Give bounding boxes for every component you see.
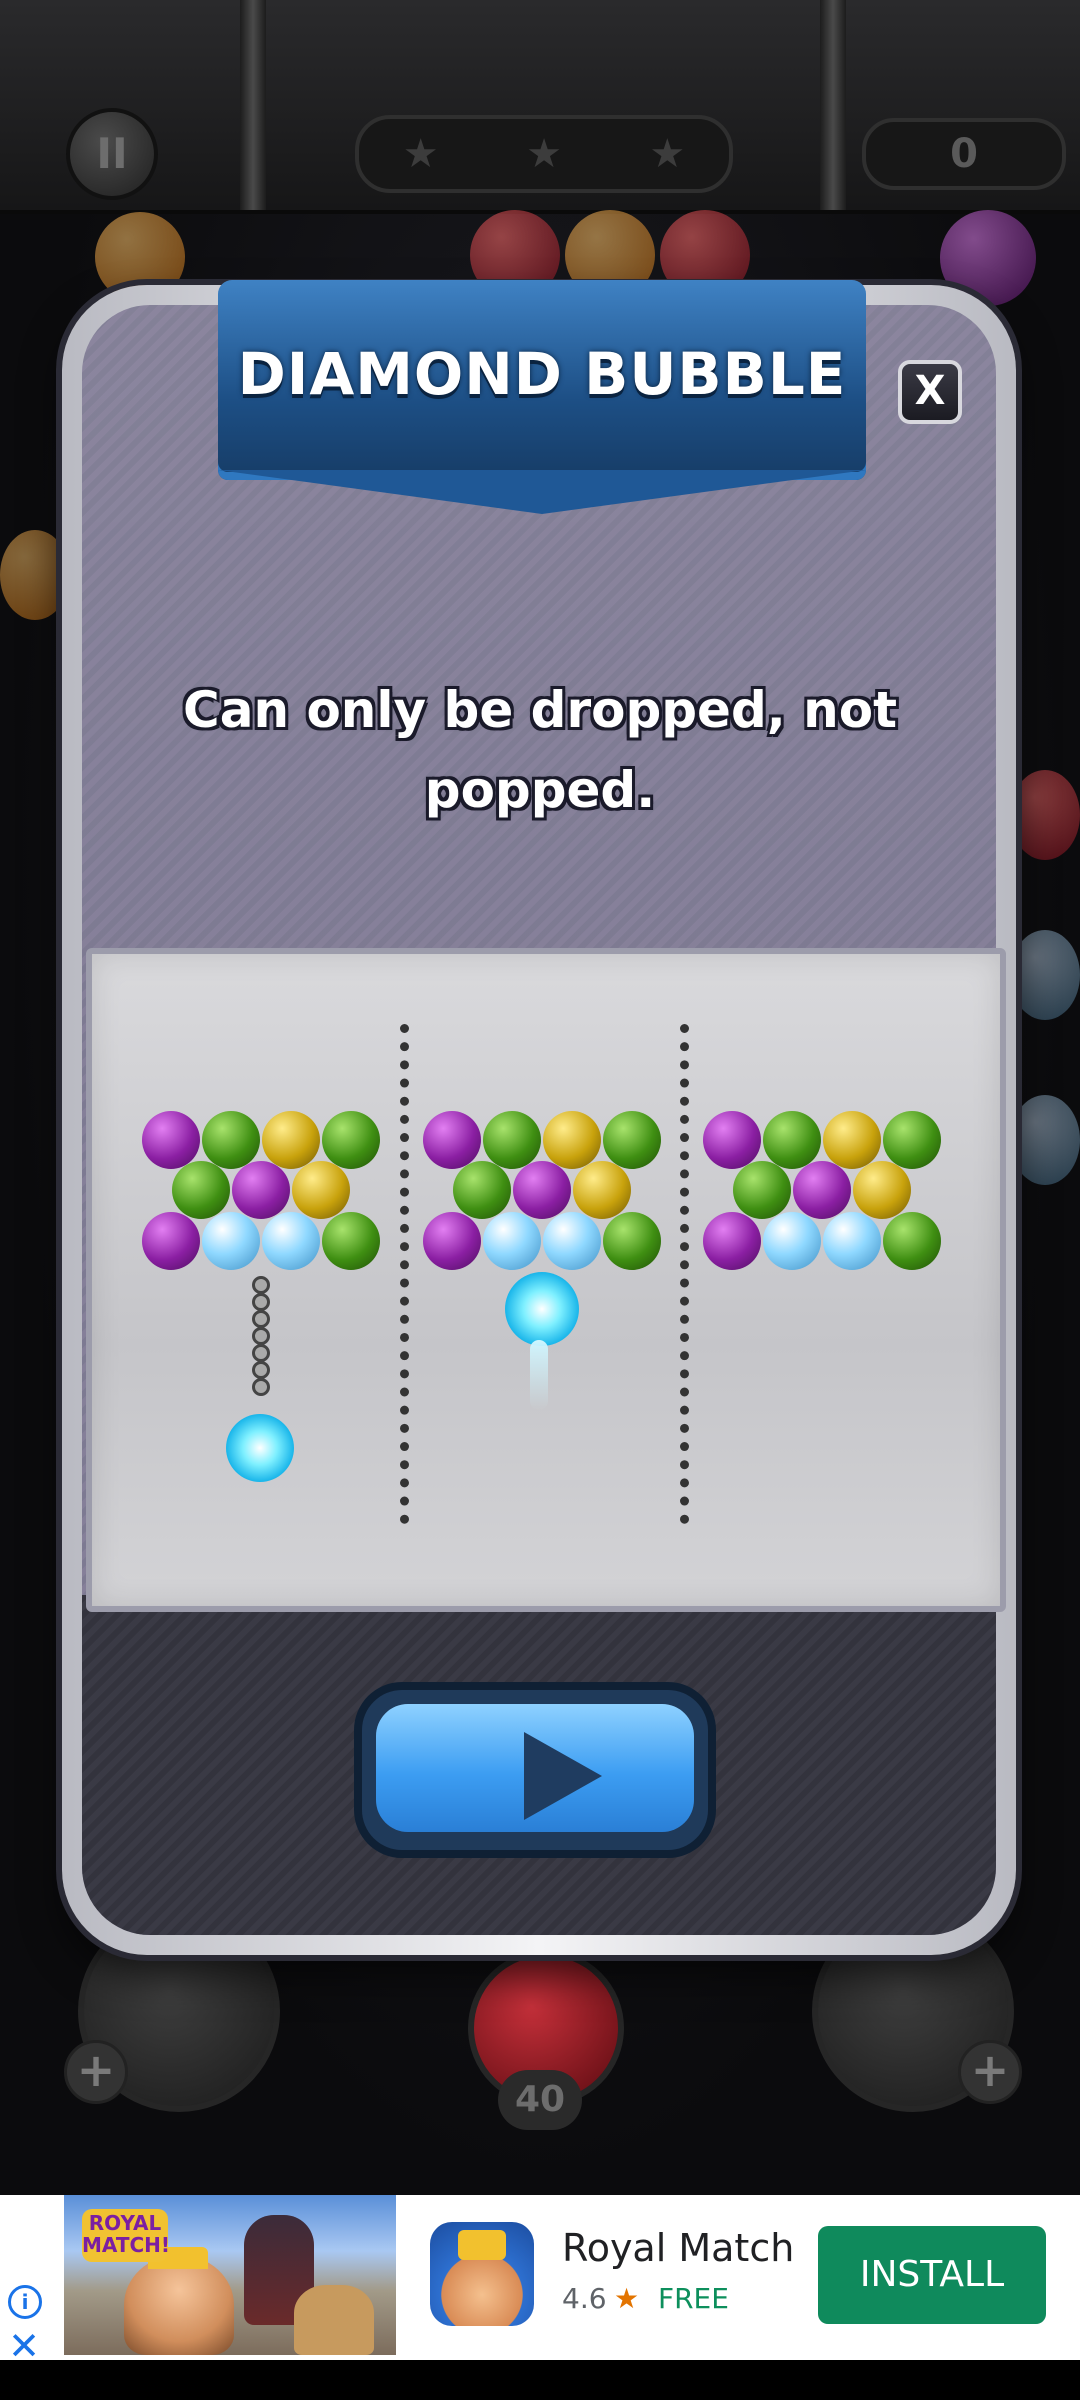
pause-button[interactable]: II (66, 108, 158, 200)
green-bubble (172, 1161, 230, 1219)
purple-bubble (513, 1161, 571, 1219)
purple-bubble (703, 1212, 761, 1270)
star-icon: ★ (614, 2282, 640, 2315)
title-banner: DIAMOND BUBBLE (218, 280, 866, 514)
shot-bubble (226, 1414, 294, 1482)
purple-bubble (142, 1212, 200, 1270)
system-nav-bar (0, 2360, 1080, 2400)
trail-dot (252, 1327, 270, 1345)
diamond-bubble (543, 1212, 601, 1270)
play-button[interactable] (362, 1690, 708, 1850)
diamond-bubble (823, 1212, 881, 1270)
purple-bubble (703, 1111, 761, 1169)
yellow-bubble (543, 1111, 601, 1169)
pause-icon: II (96, 129, 128, 178)
green-bubble (603, 1212, 661, 1270)
plus-icon[interactable]: + (64, 2040, 128, 2104)
play-icon (524, 1732, 602, 1820)
yellow-bubble (853, 1161, 911, 1219)
green-bubble (483, 1111, 541, 1169)
divider-line (680, 1024, 689, 1524)
top-hud: II ★ ★ ★ 0 (0, 0, 1080, 214)
bg-bubble (1010, 770, 1080, 860)
score-display: 0 (862, 118, 1066, 190)
pipe-decoration (240, 0, 266, 210)
green-bubble (453, 1161, 511, 1219)
green-bubble (322, 1212, 380, 1270)
star-icon: ★ (402, 131, 439, 177)
shot-bubble (505, 1272, 579, 1346)
shots-remaining: 40 (498, 2070, 582, 2130)
yellow-bubble (573, 1161, 631, 1219)
green-bubble (322, 1111, 380, 1169)
ad-app-name[interactable]: Royal Match (562, 2226, 794, 2270)
trail-dot (252, 1276, 270, 1294)
app-icon[interactable] (430, 2222, 534, 2326)
yellow-bubble (292, 1161, 350, 1219)
green-bubble (733, 1161, 791, 1219)
plus-icon[interactable]: + (958, 2040, 1022, 2104)
green-bubble (202, 1111, 260, 1169)
divider-line (400, 1024, 409, 1524)
ad-close-icon[interactable]: ✕ (8, 2327, 40, 2365)
purple-bubble (793, 1161, 851, 1219)
shot-streak (530, 1340, 548, 1410)
trail-dot (252, 1378, 270, 1396)
star-icon: ★ (649, 131, 686, 177)
bg-bubble (1010, 930, 1080, 1020)
close-button[interactable]: X (898, 360, 962, 424)
diamond-bubble (483, 1212, 541, 1270)
purple-bubble (142, 1111, 200, 1169)
green-bubble (883, 1111, 941, 1169)
close-icon: X (914, 368, 946, 414)
star-icon: ★ (526, 131, 562, 177)
ad-price: FREE (658, 2282, 729, 2315)
royal-match-logo: ROYAL MATCH! (82, 2209, 170, 2262)
dialog-title: DIAMOND BUBBLE (237, 340, 847, 408)
ad-image[interactable]: ROYAL MATCH! (64, 2195, 396, 2355)
bg-bubble (1010, 1095, 1080, 1185)
pipe-decoration (820, 0, 846, 210)
green-bubble (763, 1111, 821, 1169)
yellow-bubble (262, 1111, 320, 1169)
install-button[interactable]: INSTALL (818, 2226, 1046, 2324)
ad-rating: 4.6 (562, 2282, 607, 2315)
green-bubble (603, 1111, 661, 1169)
ad-info-icon[interactable]: i (8, 2285, 42, 2319)
purple-bubble (232, 1161, 290, 1219)
trail-dot (252, 1344, 270, 1362)
trail-dot (252, 1293, 270, 1311)
green-bubble (883, 1212, 941, 1270)
bg-bubble (0, 530, 70, 620)
trail-dot (252, 1361, 270, 1379)
trail-dot (252, 1310, 270, 1328)
diamond-bubble (202, 1212, 260, 1270)
star-progress: ★ ★ ★ (355, 115, 733, 193)
launcher-area (0, 1910, 1080, 2195)
dialog-description: Can only be dropped, not popped. (183, 681, 897, 819)
yellow-bubble (823, 1111, 881, 1169)
purple-bubble (423, 1111, 481, 1169)
diamond-bubble (262, 1212, 320, 1270)
diamond-bubble (763, 1212, 821, 1270)
purple-bubble (423, 1212, 481, 1270)
